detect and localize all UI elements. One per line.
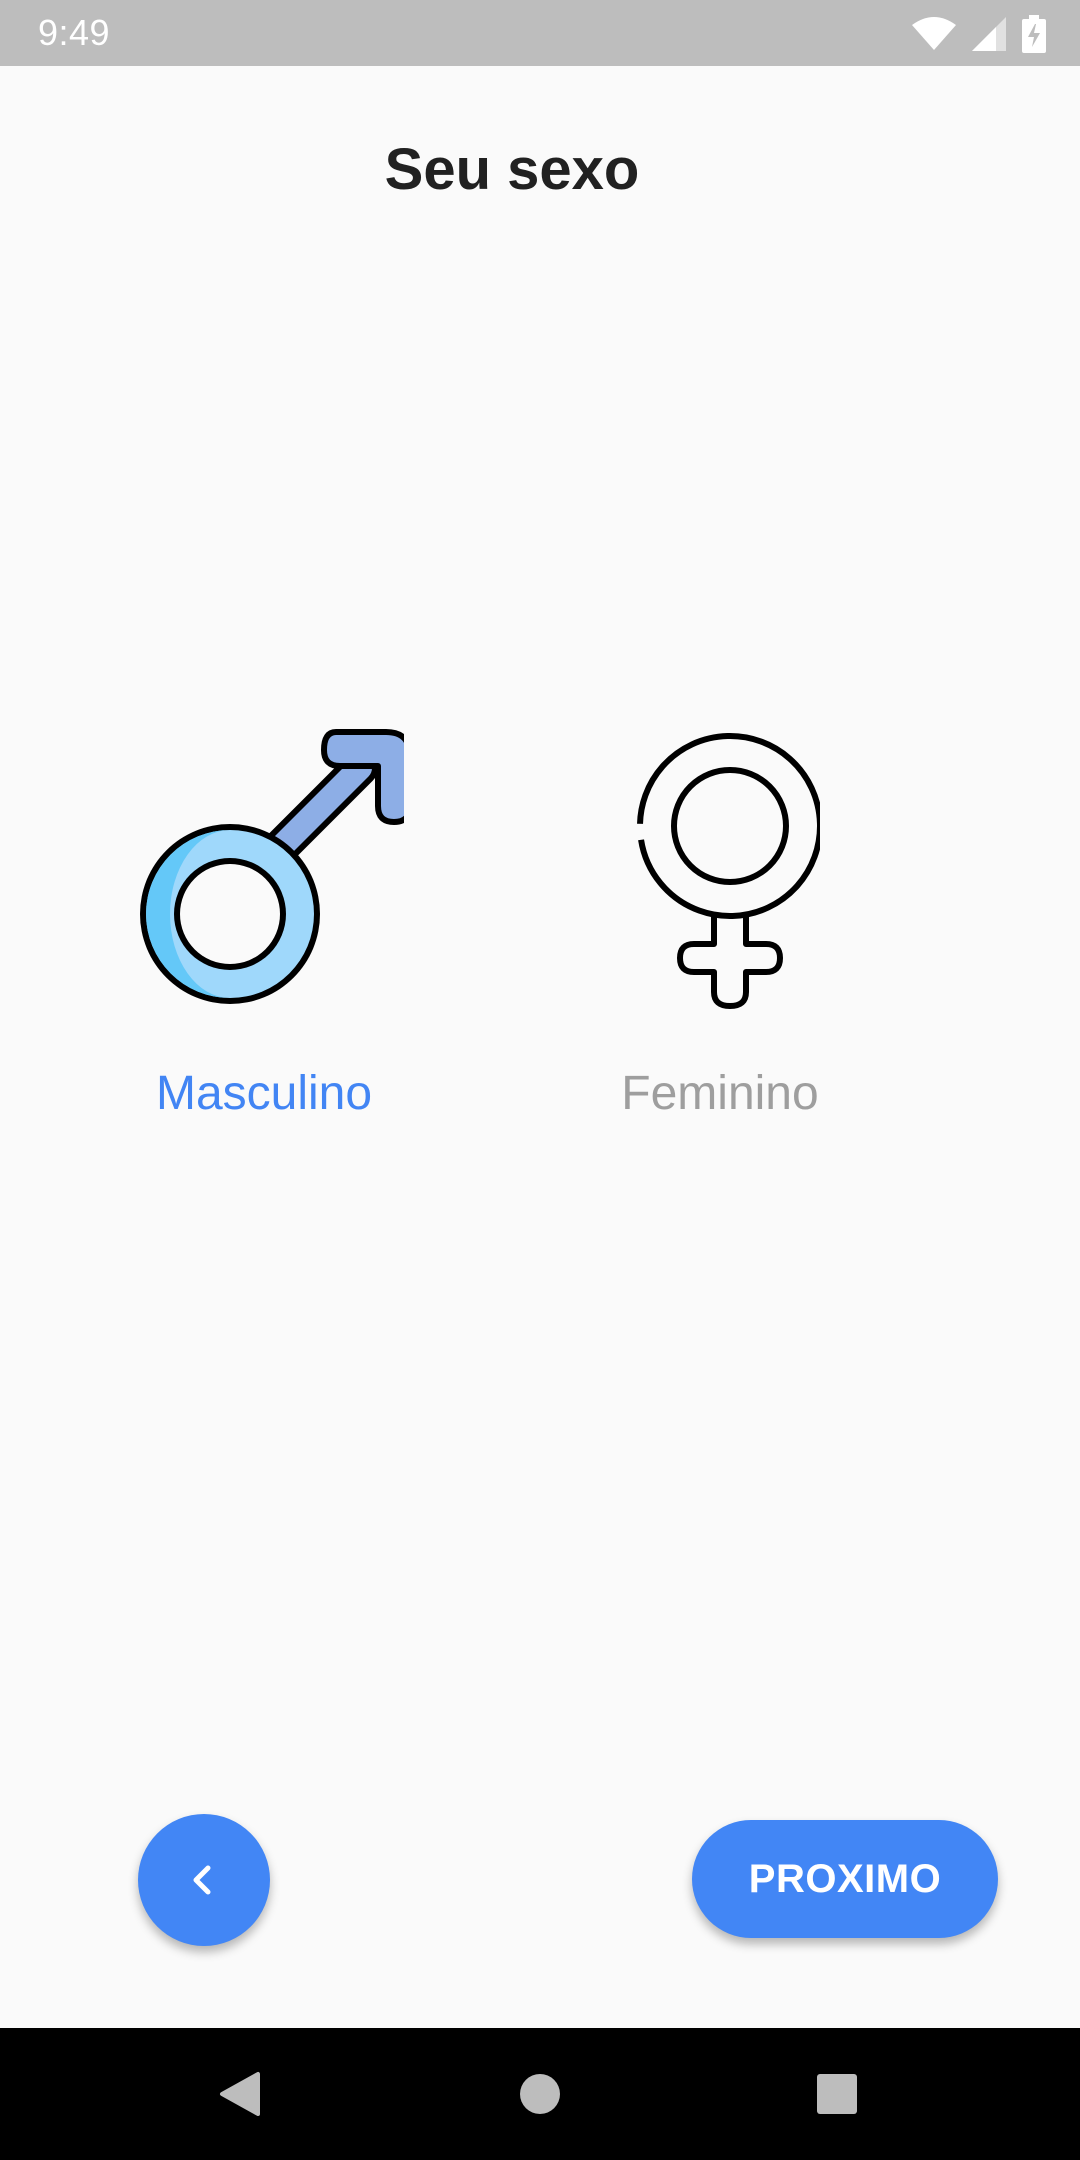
nav-recents-button[interactable] (777, 2028, 897, 2160)
back-triangle-icon (220, 2072, 260, 2116)
recents-square-icon (817, 2074, 857, 2114)
chevron-left-icon (193, 1865, 211, 1895)
wifi-icon (912, 17, 956, 50)
nav-back-button[interactable] (180, 2028, 300, 2160)
option-female-label: Feminino (621, 1067, 819, 1120)
page-title: Seu sexo (384, 137, 640, 202)
option-male[interactable]: Masculino (104, 726, 444, 1146)
navigation-bar (0, 2028, 1080, 2160)
female-symbol-icon (637, 733, 820, 1009)
cell-signal-icon (972, 17, 1006, 51)
option-male-label: Masculino (155, 1067, 373, 1120)
status-icons (912, 14, 1046, 54)
home-circle-icon (520, 2074, 560, 2114)
status-bar: 9:49 (0, 0, 1080, 66)
status-time: 9:49 (38, 12, 111, 53)
option-female[interactable]: Feminino (580, 726, 920, 1146)
next-button[interactable]: PROXIMO (692, 1820, 998, 1938)
back-button[interactable] (138, 1814, 270, 1946)
male-symbol-icon (140, 729, 404, 1004)
nav-home-button[interactable] (480, 2028, 600, 2160)
battery-charging-icon (1022, 15, 1046, 53)
